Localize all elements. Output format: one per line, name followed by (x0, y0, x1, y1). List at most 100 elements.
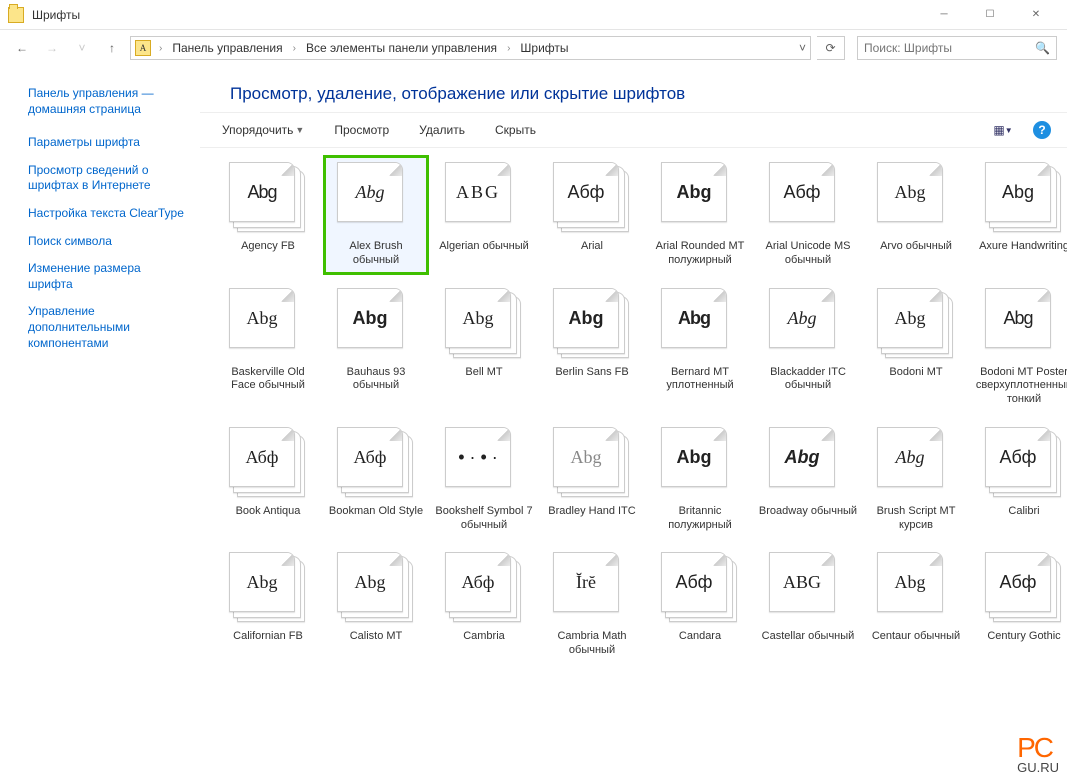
view-button[interactable]: Просмотр (328, 119, 395, 141)
back-button[interactable]: ← (10, 36, 34, 60)
content-area: Панель управления — домашняя страница Па… (0, 66, 1067, 781)
sidebar-item[interactable]: Просмотр сведений о шрифтах в Интернете (28, 163, 188, 194)
font-item[interactable]: AbgAlex Brush обычный (326, 158, 426, 272)
font-thumb: Абф (229, 427, 307, 501)
refresh-button[interactable]: ⟳ (817, 36, 845, 60)
font-sample: Abg (245, 183, 278, 201)
font-item[interactable]: AbgBernard MT уплотненный (650, 284, 750, 411)
forward-button[interactable]: → (40, 36, 64, 60)
font-thumb: Abg (877, 427, 955, 501)
font-item[interactable]: АбфCentury Gothic (974, 548, 1067, 662)
up-button[interactable]: ↑ (100, 36, 124, 60)
font-item[interactable]: AbgBell MT (434, 284, 534, 411)
font-item[interactable]: ABGAlgerian обычный (434, 158, 534, 272)
font-item[interactable]: AbgBerlin Sans FB (542, 284, 642, 411)
font-item[interactable]: AbgArvo обычный (866, 158, 966, 272)
font-page-icon: Абф (985, 552, 1051, 612)
font-label: Centaur обычный (872, 630, 960, 644)
search-icon[interactable]: 🔍 (1035, 41, 1050, 55)
font-sample: Abg (894, 448, 927, 466)
font-item[interactable]: АбфCambria (434, 548, 534, 662)
main-panel: Просмотр, удаление, отображение или скры… (200, 66, 1067, 781)
maximize-button[interactable]: ☐ (967, 0, 1013, 30)
sidebar-item[interactable]: Настройка текста ClearType (28, 206, 188, 222)
font-sample: Абф (782, 183, 823, 201)
chevron-right-icon[interactable]: › (505, 43, 512, 54)
font-sample: Abg (1000, 183, 1036, 201)
font-item[interactable]: AbgArial Rounded MT полужирный (650, 158, 750, 272)
font-label: Bookshelf Symbol 7 обычный (434, 505, 534, 533)
font-item[interactable]: АбфBookman Old Style (326, 423, 426, 537)
font-label: Blackadder ITC обычный (758, 366, 858, 394)
font-page-icon: Abg (337, 552, 403, 612)
font-item[interactable]: AbgBradley Hand ITC (542, 423, 642, 537)
font-item[interactable]: ĬrĕCambria Math обычный (542, 548, 642, 662)
sidebar-item[interactable]: Параметры шрифта (28, 135, 188, 151)
font-item[interactable]: ABGCastellar обычный (758, 548, 858, 662)
font-item[interactable]: АбфArial Unicode MS обычный (758, 158, 858, 272)
font-page-icon: Abg (553, 427, 619, 487)
font-sample: Abg (354, 183, 387, 201)
font-thumb: Abg (229, 288, 307, 362)
sidebar-item[interactable]: Изменение размера шрифта (28, 261, 188, 292)
font-label: Cambria Math обычный (542, 630, 642, 658)
breadcrumb[interactable]: A › Панель управления › Все элементы пан… (130, 36, 811, 60)
font-label: Axure Handwriting (979, 240, 1067, 254)
font-sample: Abg (461, 309, 496, 327)
font-grid-scroll[interactable]: AbgAgency FBAbgAlex Brush обычныйABGAlge… (200, 148, 1067, 781)
font-item[interactable]: Abg Bodoni MT (866, 284, 966, 411)
font-page-icon: Abg (877, 288, 943, 348)
font-item[interactable]: AbgBodoni MT Poster сверхуплотненный тон… (974, 284, 1067, 411)
font-thumb: Abg (769, 288, 847, 362)
font-item[interactable]: AbgBroadway обычный (758, 423, 858, 537)
font-item[interactable]: AbgCentaur обычный (866, 548, 966, 662)
close-button[interactable]: ✕ (1013, 0, 1059, 30)
font-item[interactable]: АбфArial (542, 158, 642, 272)
font-sample: Абф (998, 448, 1039, 466)
font-item[interactable]: • · • ·Bookshelf Symbol 7 обычный (434, 423, 534, 537)
search-box[interactable]: 🔍 (857, 36, 1057, 60)
font-item[interactable]: Abg Britannic полужирный (650, 423, 750, 537)
font-item[interactable]: Abg Blackadder ITC обычный (758, 284, 858, 411)
font-item[interactable]: АбфCalibri (974, 423, 1067, 537)
breadcrumb-item[interactable]: Шрифты (514, 37, 574, 59)
chevron-down-icon[interactable]: ˅ (799, 41, 806, 55)
font-page-icon: Абф (769, 162, 835, 222)
chevron-right-icon[interactable]: › (157, 43, 164, 54)
font-item[interactable]: AbgBauhaus 93 обычный (326, 284, 426, 411)
font-item[interactable]: AbgCalifornian FB (218, 548, 318, 662)
font-item[interactable]: AbgAgency FB (218, 158, 318, 272)
delete-button[interactable]: Удалить (413, 119, 471, 141)
font-sample: Абф (244, 448, 281, 466)
font-item[interactable]: AbgCalisto MT (326, 548, 426, 662)
history-dropdown[interactable]: ˅ (70, 36, 94, 60)
font-item[interactable]: AbgBrush Script MT курсив (866, 423, 966, 537)
font-thumb: Abg (877, 162, 955, 236)
font-item[interactable]: АбфBook Antiqua (218, 423, 318, 537)
sidebar-item[interactable]: Управление дополнительными компонентами (28, 304, 188, 351)
minimize-button[interactable]: ─ (921, 0, 967, 30)
font-item[interactable]: Abg Axure Handwriting (974, 158, 1067, 272)
font-grid: AbgAgency FBAbgAlex Brush обычныйABGAlge… (218, 158, 1059, 662)
font-label: Britannic полужирный (650, 505, 750, 533)
font-sample: Abg (675, 448, 714, 466)
font-thumb: Abg (769, 427, 847, 501)
sidebar-home-link[interactable]: Панель управления — домашняя страница (28, 86, 188, 117)
font-page-icon: Abg (769, 288, 835, 348)
sidebar-item[interactable]: Поиск символа (28, 234, 188, 250)
font-thumb: Abg (661, 288, 739, 362)
font-item[interactable]: АбфCandara (650, 548, 750, 662)
chevron-right-icon[interactable]: › (291, 43, 298, 54)
organize-button[interactable]: Упорядочить ▼ (216, 119, 310, 141)
font-thumb: Абф (985, 552, 1063, 626)
breadcrumb-item[interactable]: Все элементы панели управления (300, 37, 503, 59)
font-sample: Абф (998, 573, 1039, 591)
breadcrumb-item[interactable]: Панель управления (166, 37, 288, 59)
font-page-icon: Abg (661, 427, 727, 487)
font-label: Bodoni MT (889, 366, 942, 380)
view-mode-button[interactable]: ▦ ▼ (991, 119, 1015, 141)
help-button[interactable]: ? (1033, 121, 1051, 139)
search-input[interactable] (864, 41, 1035, 55)
font-item[interactable]: AbgBaskerville Old Face обычный (218, 284, 318, 411)
hide-button[interactable]: Скрыть (489, 119, 542, 141)
